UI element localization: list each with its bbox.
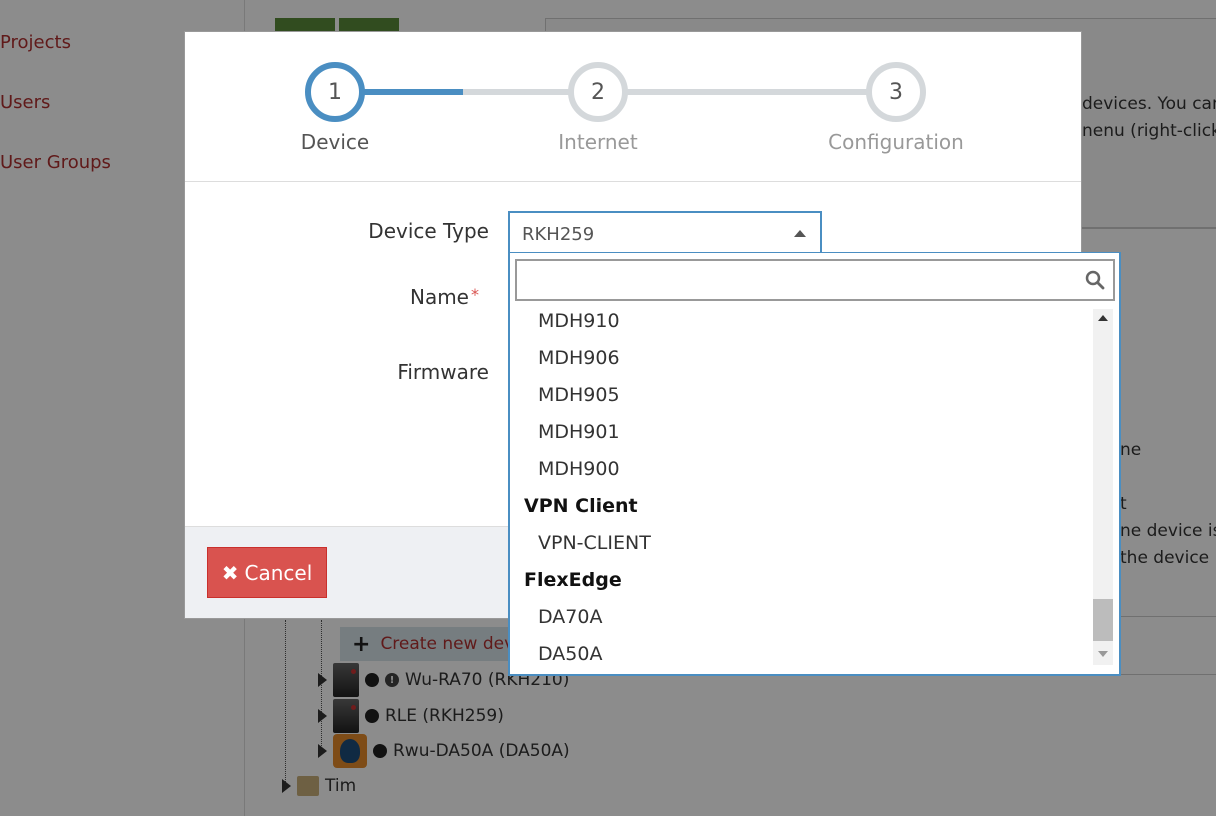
step-2-circle[interactable]: 2 — [568, 62, 628, 122]
dropdown-search-box — [515, 259, 1115, 301]
dropdown-options-list: MDH910 MDH906 MDH905 MDH901 MDH900 VPN C… — [510, 303, 1088, 673]
step-3-label: Configuration — [828, 130, 964, 154]
dropdown-search-input[interactable] — [517, 261, 1113, 299]
dropdown-scrollbar[interactable] — [1093, 309, 1113, 665]
step-connector-progress — [360, 89, 463, 95]
step-connector — [625, 89, 895, 95]
search-icon — [1085, 270, 1105, 290]
wizard-stepper: 1 2 3 Device Internet Configuration — [185, 32, 1081, 182]
step-1-label: Device — [300, 130, 370, 154]
group-flexedge: FlexEdge — [524, 569, 622, 591]
device-type-value: RKH259 — [522, 223, 595, 245]
group-vpn-client: VPN Client — [524, 495, 638, 517]
device-type-label: Device Type — [368, 219, 489, 243]
required-marker: * — [471, 285, 479, 304]
caret-up-icon — [794, 230, 806, 237]
step-1-circle[interactable]: 1 — [305, 62, 365, 122]
cancel-button[interactable]: ✖ Cancel — [207, 547, 327, 598]
device-type-select[interactable]: RKH259 — [508, 211, 822, 255]
name-label: Name * — [279, 285, 479, 309]
option-mdh906[interactable]: MDH906 — [510, 340, 1088, 377]
device-type-dropdown: MDH910 MDH906 MDH905 MDH901 MDH900 VPN C… — [508, 252, 1121, 676]
cancel-button-label: Cancel — [244, 560, 313, 585]
firmware-label: Firmware — [397, 360, 489, 384]
scrollbar-thumb[interactable] — [1093, 599, 1113, 641]
option-vpn-client[interactable]: VPN-CLIENT — [510, 525, 1088, 562]
name-label-text: Name — [409, 285, 469, 309]
step-3-circle[interactable]: 3 — [866, 62, 926, 122]
option-mdh905[interactable]: MDH905 — [510, 377, 1088, 414]
scroll-down-arrow-icon[interactable] — [1098, 651, 1108, 657]
option-mdh910[interactable]: MDH910 — [510, 303, 1088, 340]
scroll-up-arrow-icon[interactable] — [1098, 315, 1108, 321]
step-2-label: Internet — [558, 130, 638, 154]
option-da70a[interactable]: DA70A — [510, 599, 1088, 636]
option-da50a[interactable]: DA50A — [510, 636, 1088, 673]
close-icon: ✖ — [221, 560, 239, 585]
option-mdh900[interactable]: MDH900 — [510, 451, 1088, 488]
option-mdh901[interactable]: MDH901 — [510, 414, 1088, 451]
